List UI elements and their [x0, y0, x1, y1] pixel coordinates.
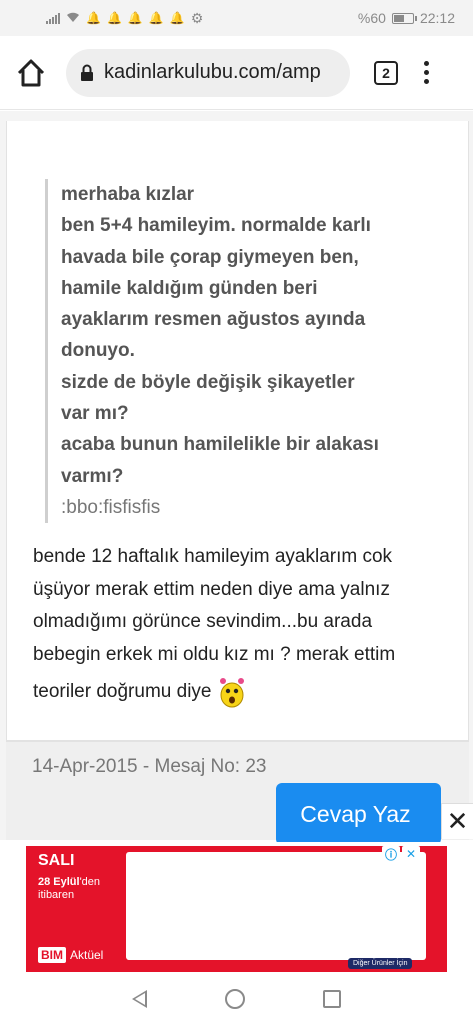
status-icons-left: 🔔 🔔 🔔 🔔 🔔 ⚙: [46, 10, 203, 27]
page-content[interactable]: merhaba kızlar ben 5+4 hamileyim. normal…: [0, 111, 473, 840]
home-button[interactable]: [14, 56, 48, 90]
ad-more-button[interactable]: Diğer Ürünler İçin: [348, 958, 413, 969]
home-icon: [17, 59, 45, 86]
smiley-icon: [217, 675, 247, 709]
emoticon-code: :bbo:fisfisfis: [61, 496, 161, 518]
status-icons-right: %60 22:12: [358, 10, 455, 26]
status-time: 22:12: [419, 10, 455, 26]
back-icon[interactable]: [132, 990, 147, 1008]
quote-line: varmı?: [61, 465, 124, 487]
ad-choices[interactable]: ⓘ ✕: [382, 846, 420, 862]
lock-icon: [80, 64, 94, 82]
quote-line: merhaba kızlar: [61, 184, 195, 205]
home-circle-icon[interactable]: [225, 989, 245, 1009]
bell-icon: 🔔: [169, 11, 185, 25]
reply-button[interactable]: Cevap Yaz: [276, 783, 441, 845]
reply-line: olmadığımı görünce sevindim...bu arada: [33, 611, 373, 632]
wifi-icon: [66, 10, 80, 26]
reply-last-row: teoriler doğrumu diye: [33, 675, 453, 709]
battery-percent: %60: [357, 10, 386, 26]
reply-line: bende 12 haftalık hamileyim ayaklarım co…: [33, 546, 393, 567]
close-ad-button[interactable]: ✕: [441, 803, 473, 839]
reply-line: bebegin erkek mi oldu kız mı ? merak ett…: [33, 643, 396, 665]
url-text: kadinlarkulubu.com/amp: [104, 61, 321, 83]
menu-dot: [424, 79, 429, 84]
ad-brand: BIM: [38, 947, 66, 963]
quote-line: acaba bunun hamilelikle bir alakası: [61, 434, 379, 456]
forum-post: merhaba kızlar ben 5+4 hamileyim. normal…: [6, 121, 469, 741]
tab-switcher-button[interactable]: 2: [374, 60, 398, 85]
ad-logo: BIM Aktüel: [38, 947, 103, 963]
status-bar: 🔔 🔔 🔔 🔔 🔔 ⚙ %60 22:12: [0, 0, 473, 36]
bell-icon: 🔔: [106, 11, 122, 25]
ad-day: SALI: [38, 852, 75, 869]
quote-line: donuyo.: [61, 340, 135, 362]
ad-frame[interactable]: SALI 28 Eylül'den itibaren BIM Aktüel Di…: [26, 846, 447, 972]
post-date-and-number: 14-Apr-2015 - Mesaj No: 23: [32, 756, 267, 777]
ad-image-area: [126, 852, 426, 960]
quote-line: ben 5+4 hamileyim. normalde karlı: [61, 215, 371, 237]
bell-icon: 🔔: [86, 11, 101, 25]
bell-icon: 🔔: [148, 11, 164, 25]
quote-line: sizde de böyle değişik şikayetler: [61, 371, 355, 393]
ad-date-bold: 28 Eylül: [38, 876, 80, 888]
quote-line: hamile kaldığım günden beri: [61, 277, 318, 299]
browser-toolbar: kadinlarkulubu.com/amp 2: [0, 36, 473, 110]
ad-close-icon[interactable]: ✕: [402, 846, 420, 862]
navigation-bar: [0, 974, 473, 1024]
url-bar[interactable]: kadinlarkulubu.com/amp: [66, 48, 350, 97]
recent-apps-icon[interactable]: [323, 990, 341, 1008]
ad-banner[interactable]: SALI 28 Eylül'den itibaren BIM Aktüel Di…: [0, 842, 473, 974]
ad-brand-suffix: Aktüel: [70, 948, 104, 962]
quote-line: ayaklarım resmen ağustos ayında: [61, 309, 366, 331]
battery-icon: [391, 12, 417, 24]
reply-line: üşüyor merak ettim neden diye ama yalnız: [33, 578, 390, 600]
ad-info-icon[interactable]: ⓘ: [382, 846, 400, 862]
quoted-message: merhaba kızlar ben 5+4 hamileyim. normal…: [45, 179, 445, 524]
menu-dot: [424, 70, 429, 75]
more-menu-button[interactable]: [424, 61, 429, 84]
battery-fill: [393, 14, 404, 22]
quote-line: var mı?: [61, 403, 129, 425]
reply-line: teoriler doğrumu diye: [33, 681, 212, 702]
reply-message: bende 12 haftalık hamileyim ayaklarım co…: [33, 541, 453, 709]
bell-icon: 🔔: [127, 11, 143, 25]
settings-icon: ⚙: [190, 9, 204, 26]
quote-line: havada bile çorap giymeyen ben,: [61, 246, 359, 268]
menu-dot: [424, 61, 429, 66]
ad-date: 28 Eylül'den itibaren: [38, 876, 122, 902]
signal-icon: [46, 12, 60, 24]
